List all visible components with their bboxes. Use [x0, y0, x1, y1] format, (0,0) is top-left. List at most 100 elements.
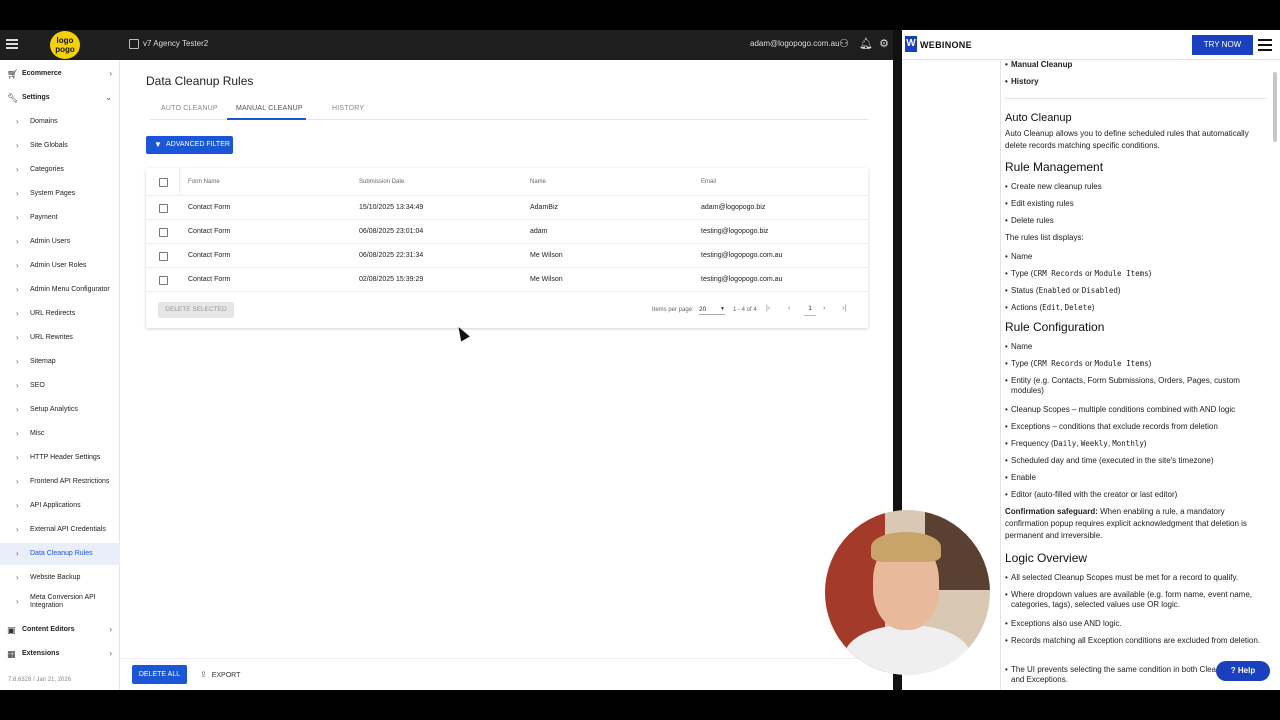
- column-header-submission-date[interactable]: Submission Date: [359, 179, 404, 185]
- cell-name: adam: [530, 228, 548, 235]
- logo[interactable]: logo pogo: [50, 31, 80, 59]
- admin-app: logo pogo v7 Agency Tester2 adam@logopogo…: [0, 30, 893, 690]
- sidebar-item-frontend-api-restrictions[interactable]: › Frontend API Restrictions: [0, 471, 120, 493]
- table-row[interactable]: Contact Form 06/08/2025 22:31:34 Me Wils…: [146, 244, 868, 268]
- last-page-icon[interactable]: ›|: [842, 305, 846, 312]
- brand-name[interactable]: WEBINONE: [920, 40, 972, 50]
- sidebar-section-ecommerce[interactable]: 🛒︎ Ecommerce ›: [0, 63, 120, 85]
- sidebar-item-misc[interactable]: › Misc: [0, 423, 120, 445]
- menu-icon[interactable]: [6, 39, 18, 49]
- chevron-right-icon: ›: [16, 549, 19, 558]
- sidebar-item-admin-users[interactable]: › Admin Users: [0, 231, 120, 253]
- cell-submission-date: 15/10/2025 13:34:49: [359, 204, 424, 211]
- sidebar-item-url-redirects[interactable]: › URL Redirects: [0, 303, 120, 325]
- upload-icon: ⇪: [200, 670, 207, 679]
- table-row[interactable]: Contact Form 06/08/2025 23:01:04 adam te…: [146, 220, 868, 244]
- incognito-icon[interactable]: ⚇: [838, 38, 850, 50]
- safeguard-note: Confirmation safeguard: When enabling a …: [1005, 507, 1247, 540]
- delete-selected-button[interactable]: DELETE SELECTED: [158, 302, 234, 318]
- footer-action-bar: DELETE ALL ⇪ EXPORT: [120, 658, 893, 690]
- sidebar-item-system-pages[interactable]: › System Pages: [0, 183, 120, 205]
- list-item: Edit existing rules: [1005, 199, 1074, 209]
- page-range: 1 - 4 of 4: [733, 307, 757, 313]
- prev-page-icon[interactable]: ‹: [788, 305, 790, 312]
- list-item: Where dropdown values are available (e.g…: [1005, 590, 1267, 610]
- sidebar-section-extensions[interactable]: ▦ Extensions ›: [0, 643, 120, 665]
- tab-manual-cleanup[interactable]: MANUAL CLEANUP: [236, 105, 303, 112]
- main-content: Data Cleanup Rules AUTO CLEANUP MANUAL C…: [120, 60, 893, 690]
- toc-link-history[interactable]: History: [1005, 77, 1038, 87]
- toc-divider: [1005, 98, 1267, 99]
- docs-menu-icon[interactable]: [1258, 39, 1272, 54]
- first-page-icon[interactable]: |‹: [766, 305, 770, 312]
- export-button[interactable]: ⇪ EXPORT: [200, 670, 240, 679]
- column-header-email[interactable]: Email: [701, 179, 716, 185]
- tab-auto-cleanup[interactable]: AUTO CLEANUP: [161, 105, 218, 112]
- list-item: Status (Enabled or Disabled): [1005, 286, 1121, 296]
- auto-cleanup-text: Auto Cleanup allows you to define schedu…: [1005, 129, 1249, 150]
- row-checkbox[interactable]: [159, 252, 168, 261]
- next-page-icon[interactable]: ›: [823, 305, 825, 312]
- sidebar-item-admin-user-roles[interactable]: › Admin User Roles: [0, 255, 120, 277]
- table-row[interactable]: Contact Form 02/08/2025 15:39:29 Me Wils…: [146, 268, 868, 292]
- sidebar-item-website-backup[interactable]: › Website Backup: [0, 567, 120, 589]
- sidebar-item-site-globals[interactable]: › Site Globals: [0, 135, 120, 157]
- help-icon: ?: [1230, 666, 1238, 675]
- list-item: Exceptions also use AND logic.: [1005, 619, 1267, 629]
- delete-all-button[interactable]: DELETE ALL: [132, 665, 187, 684]
- current-page[interactable]: 1: [804, 302, 816, 316]
- toc-link-manual-cleanup[interactable]: Manual Cleanup: [1005, 60, 1072, 70]
- try-now-button[interactable]: TRY NOW: [1192, 35, 1253, 55]
- chevron-right-icon: ›: [16, 453, 19, 462]
- table-row[interactable]: Contact Form 15/10/2025 13:34:49 AdamBiz…: [146, 196, 868, 220]
- gear-icon[interactable]: ⚙: [878, 38, 890, 50]
- column-header-form-name[interactable]: Form Name: [188, 179, 220, 185]
- sidebar-item-data-cleanup-rules[interactable]: › Data Cleanup Rules: [0, 543, 120, 565]
- help-button[interactable]: ? Help: [1216, 661, 1270, 681]
- chevron-right-icon: ›: [109, 649, 112, 658]
- list-item: Scheduled day and time (executed in the …: [1005, 456, 1214, 466]
- sidebar-item-seo[interactable]: › SEO: [0, 375, 120, 397]
- chevron-right-icon: ›: [16, 285, 19, 294]
- bell-icon[interactable]: 🔔︎: [859, 38, 873, 50]
- sidebar-item-payment[interactable]: › Payment: [0, 207, 120, 229]
- chevron-right-icon: ›: [16, 357, 19, 366]
- sidebar-item-setup-analytics[interactable]: › Setup Analytics: [0, 399, 120, 421]
- chevron-right-icon: ›: [16, 525, 19, 534]
- items-per-page-select[interactable]: 20 ▼: [699, 306, 725, 315]
- sidebar-section-content-editors[interactable]: ▣ Content Editors ›: [0, 619, 120, 641]
- sidebar-item-http-header-settings[interactable]: › HTTP Header Settings: [0, 447, 120, 469]
- webinone-logo-icon[interactable]: W: [905, 36, 917, 52]
- user-email[interactable]: adam@logopogo.com.au: [750, 39, 840, 48]
- column-header-name[interactable]: Name: [530, 179, 546, 185]
- row-checkbox[interactable]: [159, 228, 168, 237]
- chevron-right-icon: ›: [16, 261, 19, 270]
- help-label: Help: [1237, 666, 1256, 675]
- sidebar-item-api-applications[interactable]: › API Applications: [0, 495, 120, 517]
- sidebar-item-domains[interactable]: › Domains: [0, 111, 120, 133]
- cart-icon: 🛒︎: [7, 69, 19, 79]
- sidebar-item-meta-conversion-api[interactable]: › Meta Conversion API Integration: [0, 591, 120, 613]
- list-item: Actions (Edit, Delete): [1005, 303, 1094, 313]
- chevron-right-icon: ›: [16, 141, 19, 150]
- sidebar-item-admin-menu-configurator[interactable]: › Admin Menu Configurator: [0, 279, 120, 301]
- sidebar-item-url-rewrites[interactable]: › URL Rewrites: [0, 327, 120, 349]
- sidebar-item-external-api-credentials[interactable]: › External API Credentials: [0, 519, 120, 541]
- list-item: Type (CRM Records or Module Items): [1005, 269, 1151, 279]
- row-checkbox[interactable]: [159, 276, 168, 285]
- external-link-icon[interactable]: [129, 39, 139, 49]
- docs-scrollbar[interactable]: [1273, 72, 1277, 142]
- docs-divider: [1000, 60, 1001, 690]
- site-name[interactable]: v7 Agency Tester2: [143, 39, 208, 48]
- sidebar-item-categories[interactable]: › Categories: [0, 159, 120, 181]
- chevron-right-icon: ›: [16, 165, 19, 174]
- list-item: Enable: [1005, 473, 1036, 483]
- advanced-filter-button[interactable]: ▼ ADVANCED FILTER: [146, 136, 233, 154]
- tab-history[interactable]: HISTORY: [332, 105, 364, 112]
- sidebar-section-settings[interactable]: 🔧︎ Settings ⌄: [0, 87, 120, 109]
- page-title: Data Cleanup Rules: [146, 74, 254, 88]
- select-all-checkbox[interactable]: [159, 178, 168, 187]
- cell-submission-date: 06/08/2025 23:01:04: [359, 228, 424, 235]
- row-checkbox[interactable]: [159, 204, 168, 213]
- sidebar-item-sitemap[interactable]: › Sitemap: [0, 351, 120, 373]
